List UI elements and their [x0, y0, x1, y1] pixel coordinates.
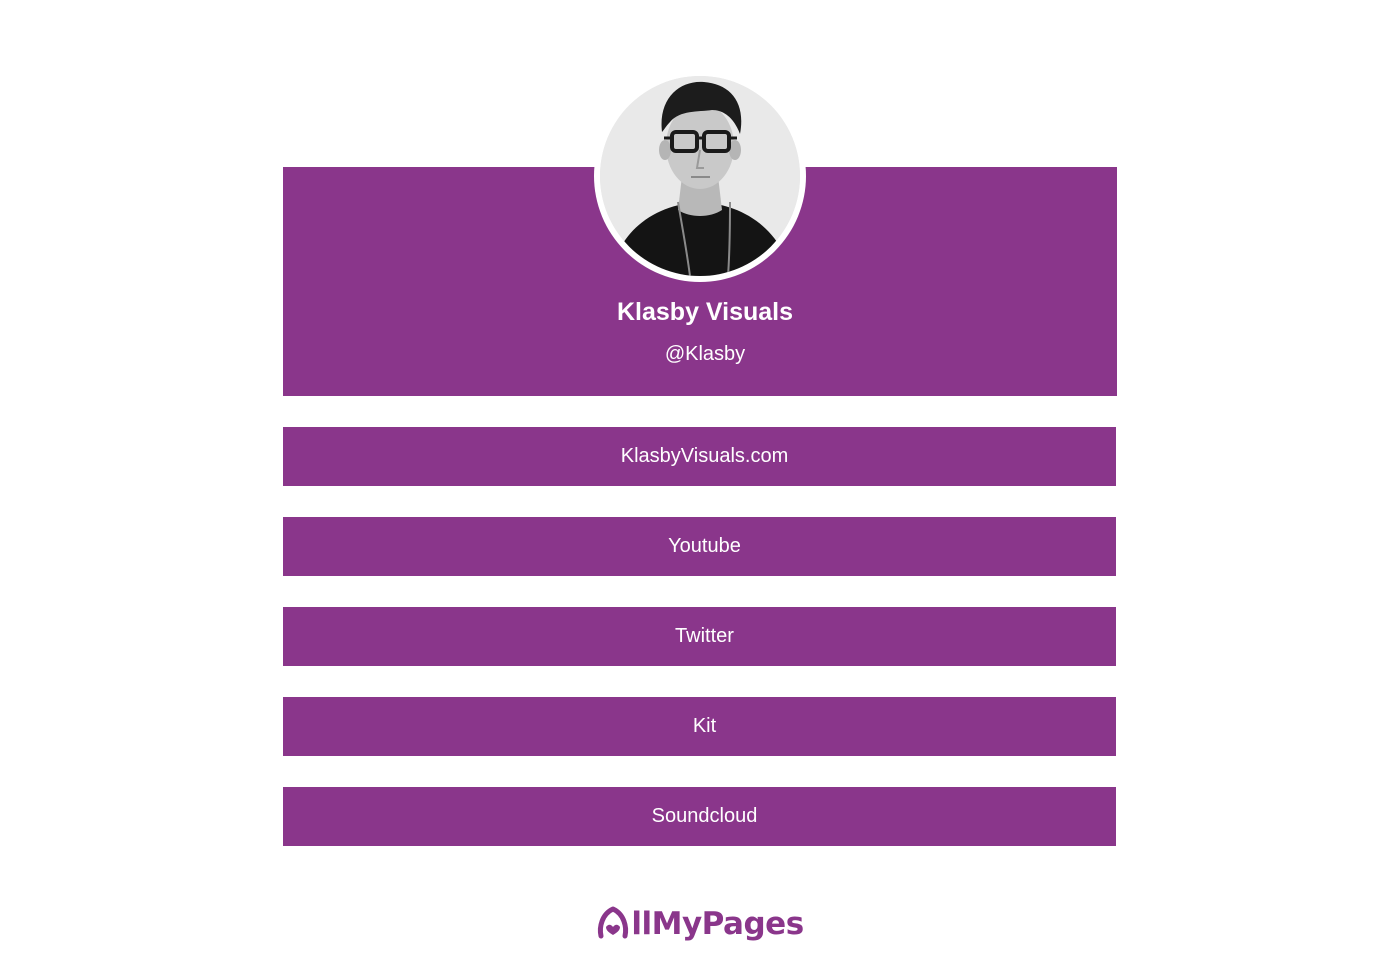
- link-button-website[interactable]: KlasbyVisuals.com: [283, 427, 1116, 486]
- profile-name: Klasby Visuals: [616, 298, 794, 326]
- allmypages-a-logo-icon: [596, 905, 630, 944]
- link-button-youtube[interactable]: Youtube: [283, 517, 1116, 576]
- link-label: Youtube: [668, 535, 741, 557]
- profile-photo: [600, 76, 800, 276]
- link-label: Kit: [692, 715, 717, 737]
- link-label: Twitter: [675, 625, 734, 647]
- link-button-soundcloud[interactable]: Soundcloud: [283, 787, 1116, 846]
- link-button-kit[interactable]: Kit: [283, 697, 1116, 756]
- brand-name: llMyPages: [631, 906, 804, 942]
- link-label: KlasbyVisuals.com: [620, 445, 789, 467]
- link-label: Soundcloud: [651, 805, 758, 827]
- profile-handle: @Klasby: [664, 343, 746, 365]
- avatar: [594, 70, 806, 282]
- link-page: Klasby Visuals @Klasby KlasbyVisuals.com…: [0, 0, 1400, 980]
- link-button-twitter[interactable]: Twitter: [283, 607, 1116, 666]
- allmypages-logo-link[interactable]: llMyPages: [598, 900, 804, 948]
